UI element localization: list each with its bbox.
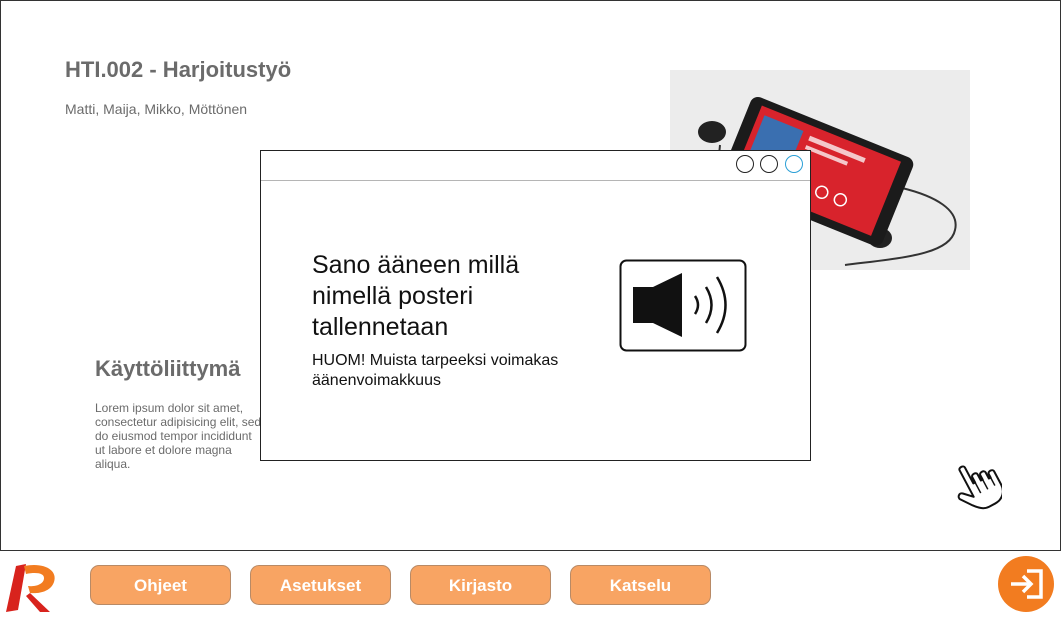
authors-text: Matti, Maija, Mikko, Möttönen: [65, 101, 248, 117]
speaker-volume-icon[interactable]: [619, 259, 747, 352]
page-title: HTI.002 - Harjoitustyö: [65, 57, 292, 82]
app-logo[interactable]: [4, 560, 60, 616]
nav-button-asetukset[interactable]: Asetukset: [250, 565, 391, 605]
maximize-button[interactable]: [760, 155, 778, 173]
section-body: Lorem ipsum dolor sit amet, consectetur …: [95, 401, 262, 471]
dialog-titlebar: [261, 151, 810, 181]
minimize-button[interactable]: [736, 155, 754, 173]
hand-pointer-icon: [952, 460, 1004, 512]
nav-button-ohjeet[interactable]: Ohjeet: [90, 565, 231, 605]
nav-button-kirjasto[interactable]: Kirjasto: [410, 565, 551, 605]
exit-icon[interactable]: [997, 555, 1055, 613]
voice-save-dialog: Sano ääneen millä nimellä posteri tallen…: [260, 150, 811, 461]
section-title: Käyttöliittymä: [95, 356, 241, 381]
voice-prompt-text: Sano ääneen millä nimellä posteri tallen…: [312, 251, 520, 341]
nav-button-katselu[interactable]: Katselu: [570, 565, 711, 605]
volume-note-text: HUOM! Muista tarpeeksi voimakas äänenvoi…: [312, 352, 559, 389]
close-button[interactable]: [785, 155, 803, 173]
